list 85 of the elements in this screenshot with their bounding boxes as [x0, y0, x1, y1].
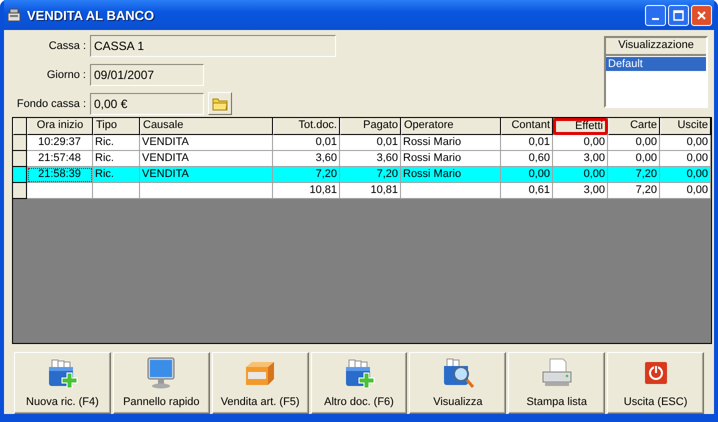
- column-header[interactable]: Operatore: [401, 118, 501, 135]
- table-row[interactable]: 21:58:39 Ric. VENDITA 7,20 7,20 Rossi Mario 0,00 0,00 7,20 0,00: [13, 167, 711, 183]
- folder-icon: [212, 96, 228, 110]
- folder-button[interactable]: [208, 92, 232, 115]
- row-header[interactable]: [13, 151, 27, 167]
- power-icon: [644, 362, 667, 384]
- close-button[interactable]: [691, 4, 712, 26]
- table-cell: 0,00: [501, 167, 553, 183]
- table-cell: 10:29:37: [27, 135, 93, 151]
- field-label: Cassa :: [48, 40, 86, 52]
- column-header[interactable]: Causale: [140, 118, 273, 135]
- row-header[interactable]: [13, 183, 27, 199]
- table-cell: Ric.: [93, 135, 140, 151]
- maximize-button[interactable]: [668, 4, 689, 26]
- table-cell: 3,60: [273, 151, 340, 167]
- table-cell: 0,60: [501, 151, 553, 167]
- table-cell: Ric.: [93, 151, 140, 167]
- table-cell: 0,00: [608, 135, 660, 151]
- package-icon: [244, 359, 276, 387]
- list-header: Visualizzazione: [606, 38, 706, 56]
- column-header[interactable]: Effetti: [553, 118, 608, 135]
- table-cell: 0,00: [553, 167, 608, 183]
- cash-register-icon: [6, 7, 22, 23]
- toolbar-button[interactable]: Pannello rapido: [112, 352, 210, 414]
- folder-plus-icon: [343, 358, 375, 388]
- toolbar-button[interactable]: Stampa lista: [508, 352, 606, 414]
- table-cell: 0,01: [340, 135, 401, 151]
- table-cell: 7,20: [273, 167, 340, 183]
- toolbar-button[interactable]: Vendita art. (F5): [212, 352, 309, 414]
- minimize-icon: [652, 18, 659, 20]
- table-row[interactable]: 10,81 10,81 0,61 3,00 7,20 0,00: [13, 183, 711, 199]
- table-row[interactable]: 10:29:37 Ric. VENDITA 0,01 0,01 Rossi Mario 0,01 0,00 0,00 0,00: [13, 135, 711, 151]
- column-header[interactable]: Carte: [608, 118, 660, 135]
- table-cell: 3,00: [553, 183, 608, 199]
- table-cell: 21:58:39: [27, 167, 93, 183]
- table-cell: 21:57:48: [27, 151, 93, 167]
- table-cell: 0,01: [501, 135, 553, 151]
- field-label: Giorno :: [46, 68, 86, 80]
- input-field[interactable]: 09/01/2007: [90, 64, 204, 86]
- column-header[interactable]: Ora inizio: [27, 118, 93, 135]
- folder-plus-icon: [46, 358, 78, 388]
- row-header[interactable]: [13, 135, 27, 151]
- table-cell: Ric.: [93, 167, 140, 183]
- table-cell: 3,00: [553, 151, 608, 167]
- table-cell: 7,20: [340, 167, 401, 183]
- printer-icon: [540, 358, 573, 388]
- toolbar-button[interactable]: Altro doc. (F6): [310, 352, 408, 414]
- table-cell: 10,81: [340, 183, 401, 199]
- column-header[interactable]: Contant: [501, 118, 553, 135]
- table-cell: 10,81: [273, 183, 340, 199]
- table-row[interactable]: 21:57:48 Ric. VENDITA 3,60 3,60 Rossi Mario 0,60 3,00 0,00 0,00: [13, 151, 711, 167]
- maximize-icon: [673, 10, 684, 20]
- table-cell: 0,01: [273, 135, 340, 151]
- column-header[interactable]: Pagato: [340, 118, 401, 135]
- window-title: VENDITA AL BANCO: [27, 8, 156, 22]
- input-field[interactable]: 0,00 €: [90, 92, 204, 114]
- table-cell: 3,60: [340, 151, 401, 167]
- table-cell: Rossi Mario: [401, 135, 501, 151]
- close-icon: [696, 10, 707, 20]
- table-cell: VENDITA: [140, 151, 273, 167]
- column-header[interactable]: Tipo: [93, 118, 140, 135]
- monitor-icon: [146, 357, 176, 389]
- table-cell: 0,00: [608, 151, 660, 167]
- toolbar-button[interactable]: Visualizza: [409, 352, 506, 414]
- table-cell: 7,20: [608, 183, 660, 199]
- table-cell: VENDITA: [140, 167, 273, 183]
- field-label: Fondo cassa :: [16, 98, 86, 110]
- table-cell: Rossi Mario: [401, 151, 501, 167]
- table-cell: Rossi Mario: [401, 167, 501, 183]
- table-cell: 0,00: [660, 151, 711, 167]
- minimize-button[interactable]: [645, 4, 666, 26]
- table-cell: VENDITA: [140, 135, 273, 151]
- table-cell: 0,00: [660, 183, 711, 199]
- row-header[interactable]: [13, 167, 27, 183]
- table-cell: 0,00: [660, 167, 711, 183]
- toolbar-button[interactable]: Nuova ric. (F4): [14, 352, 111, 414]
- table-cell: 0,61: [501, 183, 553, 199]
- input-field[interactable]: CASSA 1: [90, 34, 336, 56]
- table-cell: 0,00: [553, 135, 608, 151]
- table-cell: 7,20: [608, 167, 660, 183]
- column-header[interactable]: Tot.doc.: [273, 118, 340, 135]
- list-item[interactable]: Default: [606, 57, 706, 71]
- toolbar-button[interactable]: Uscita (ESC): [607, 352, 704, 414]
- table-cell: 0,00: [660, 135, 711, 151]
- column-header[interactable]: Uscite: [660, 118, 711, 135]
